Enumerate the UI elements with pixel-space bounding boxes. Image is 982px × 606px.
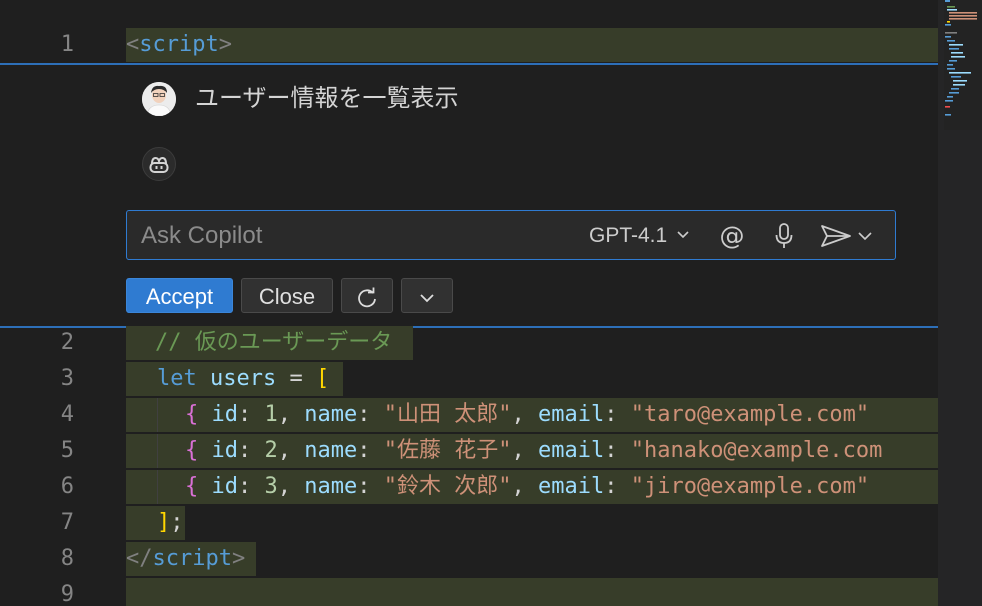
code-text[interactable]: { id: 1, name: "山田 太郎", email: "taro@exa… — [185, 398, 869, 432]
indent-guide — [157, 470, 158, 504]
line-number: 7 — [60, 510, 74, 535]
brace: { — [185, 474, 199, 499]
key-name: name — [304, 474, 358, 499]
key-id: id — [211, 474, 239, 499]
line-number: 5 — [60, 438, 74, 463]
code-text[interactable]: { id: 2, name: "佐藤 花子", email: "hanako@e… — [185, 434, 882, 468]
key-name: name — [304, 402, 358, 427]
value-name: "山田 太郎" — [383, 402, 512, 427]
code-editor[interactable]: 1 <script> ユーザー情報を一覧表示 Ask Copilot GPT-4… — [0, 0, 940, 606]
mention-button[interactable]: @ — [715, 219, 749, 253]
value-email: "taro@example.com" — [630, 402, 870, 427]
line-number: 4 — [60, 402, 74, 427]
microphone-button[interactable] — [767, 219, 801, 253]
value-name: "鈴木 次郎" — [383, 474, 512, 499]
ask-copilot-input[interactable] — [139, 211, 573, 261]
key-name: name — [304, 438, 358, 463]
code-line-9: 9 — [0, 578, 940, 606]
code-text[interactable]: </script> — [126, 542, 245, 576]
brace: { — [185, 438, 199, 463]
chevron-down-icon[interactable] — [858, 232, 872, 241]
code-text[interactable]: // 仮のユーザーデータ — [155, 326, 392, 360]
more-actions-button[interactable] — [401, 278, 453, 313]
code-line-8: 8 </script> — [0, 542, 940, 576]
tag-open: </ — [126, 546, 153, 571]
bracket: ] — [157, 510, 171, 535]
accept-button[interactable]: Accept — [126, 278, 233, 313]
mention-icon: @ — [720, 221, 745, 250]
operator: = — [276, 366, 316, 391]
send-icon — [821, 225, 851, 247]
code-line-3: 3 let users = [ — [0, 362, 940, 396]
diff-highlight — [126, 578, 940, 606]
code-line-4: 4 { id: 1, name: "山田 太郎", email: "taro@e… — [0, 398, 940, 432]
line-number: 1 — [60, 32, 74, 57]
inline-chat-panel: ユーザー情報を一覧表示 GPT-4.1 @ — [0, 63, 940, 328]
tag-name: script — [152, 546, 232, 571]
line-number: 3 — [60, 366, 74, 391]
code-line-6: 6 { id: 3, name: "鈴木 次郎", email: "jiro@e… — [0, 470, 940, 504]
refresh-icon — [358, 287, 376, 308]
key-email: email — [537, 474, 605, 499]
variable: users — [210, 366, 277, 391]
code-text[interactable]: let users = [ — [157, 362, 329, 396]
key-id: id — [211, 438, 239, 463]
close-button[interactable]: Close — [241, 278, 333, 313]
indent-guide — [157, 398, 158, 432]
line-number: 9 — [60, 582, 74, 606]
semicolon: ; — [170, 510, 184, 535]
code-line-1: 1 <script> — [0, 28, 940, 62]
code-text[interactable]: { id: 3, name: "鈴木 次郎", email: "jiro@exa… — [185, 470, 869, 504]
value-id: 3 — [264, 474, 278, 499]
tag-close: > — [231, 546, 246, 571]
key-id: id — [211, 402, 239, 427]
user-avatar — [142, 82, 176, 116]
regenerate-button[interactable] — [341, 278, 393, 313]
value-email: "hanako@example.com — [630, 438, 883, 463]
line-number: 2 — [60, 330, 74, 355]
chevron-down-icon — [420, 294, 434, 303]
value-name: "佐藤 花子" — [383, 438, 512, 463]
tag-close: > — [218, 32, 232, 57]
brace: { — [185, 402, 199, 427]
line-number: 6 — [60, 474, 74, 499]
indent-guide — [157, 434, 158, 468]
minimap[interactable] — [944, 0, 982, 130]
code-text[interactable]: <script> — [126, 28, 232, 62]
key-email: email — [537, 402, 605, 427]
value-email: "jiro@example.com" — [630, 474, 870, 499]
send-button[interactable] — [817, 219, 879, 253]
tag-name: script — [139, 32, 219, 57]
copilot-icon — [142, 147, 176, 181]
key-email: email — [537, 438, 605, 463]
tag-open: < — [126, 32, 140, 57]
code-comment: // 仮のユーザーデータ — [155, 330, 393, 355]
line-number: 8 — [60, 546, 74, 571]
code-line-2: 2 // 仮のユーザーデータ — [0, 326, 940, 360]
keyword: let — [157, 366, 197, 391]
ask-copilot-box[interactable]: GPT-4.1 @ — [126, 210, 896, 261]
model-picker[interactable]: GPT-4.1 — [589, 221, 691, 251]
diff-highlight — [126, 28, 940, 62]
code-line-5: 5 { id: 2, name: "佐藤 花子", email: "hanako… — [0, 434, 940, 468]
value-id: 1 — [264, 402, 278, 427]
value-id: 2 — [264, 438, 278, 463]
code-line-7: 7 ]; — [0, 506, 940, 540]
model-label: GPT-4.1 — [589, 224, 668, 247]
user-prompt-text: ユーザー情報を一覧表示 — [195, 85, 459, 112]
chevron-down-icon — [675, 221, 691, 251]
code-text[interactable]: ]; — [157, 506, 184, 540]
bracket: [ — [315, 366, 330, 391]
mic-icon — [775, 223, 793, 248]
